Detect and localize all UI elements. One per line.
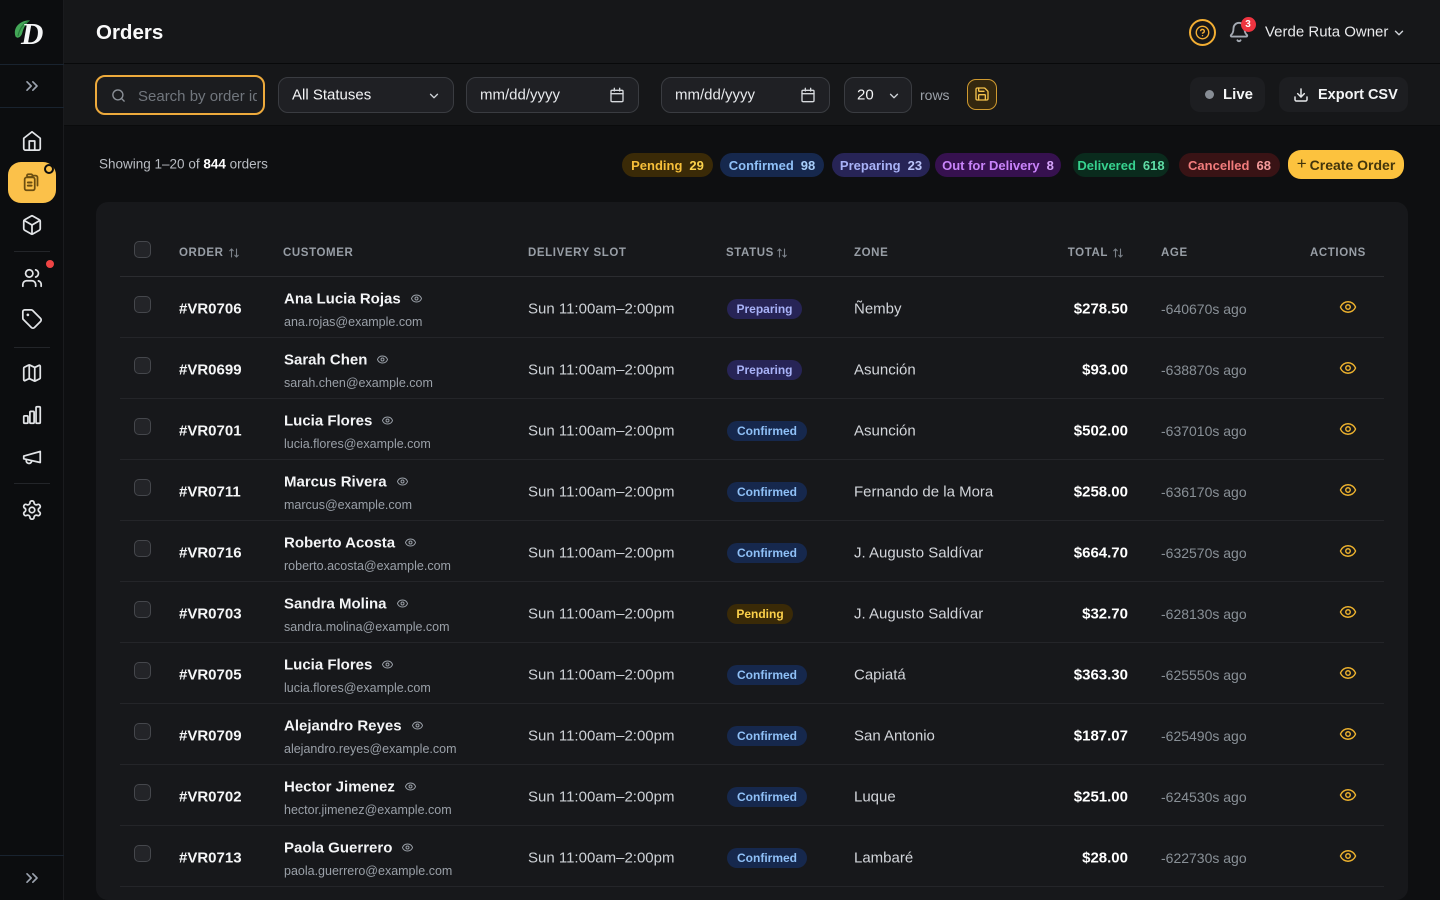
svg-text:D: D (20, 16, 43, 51)
